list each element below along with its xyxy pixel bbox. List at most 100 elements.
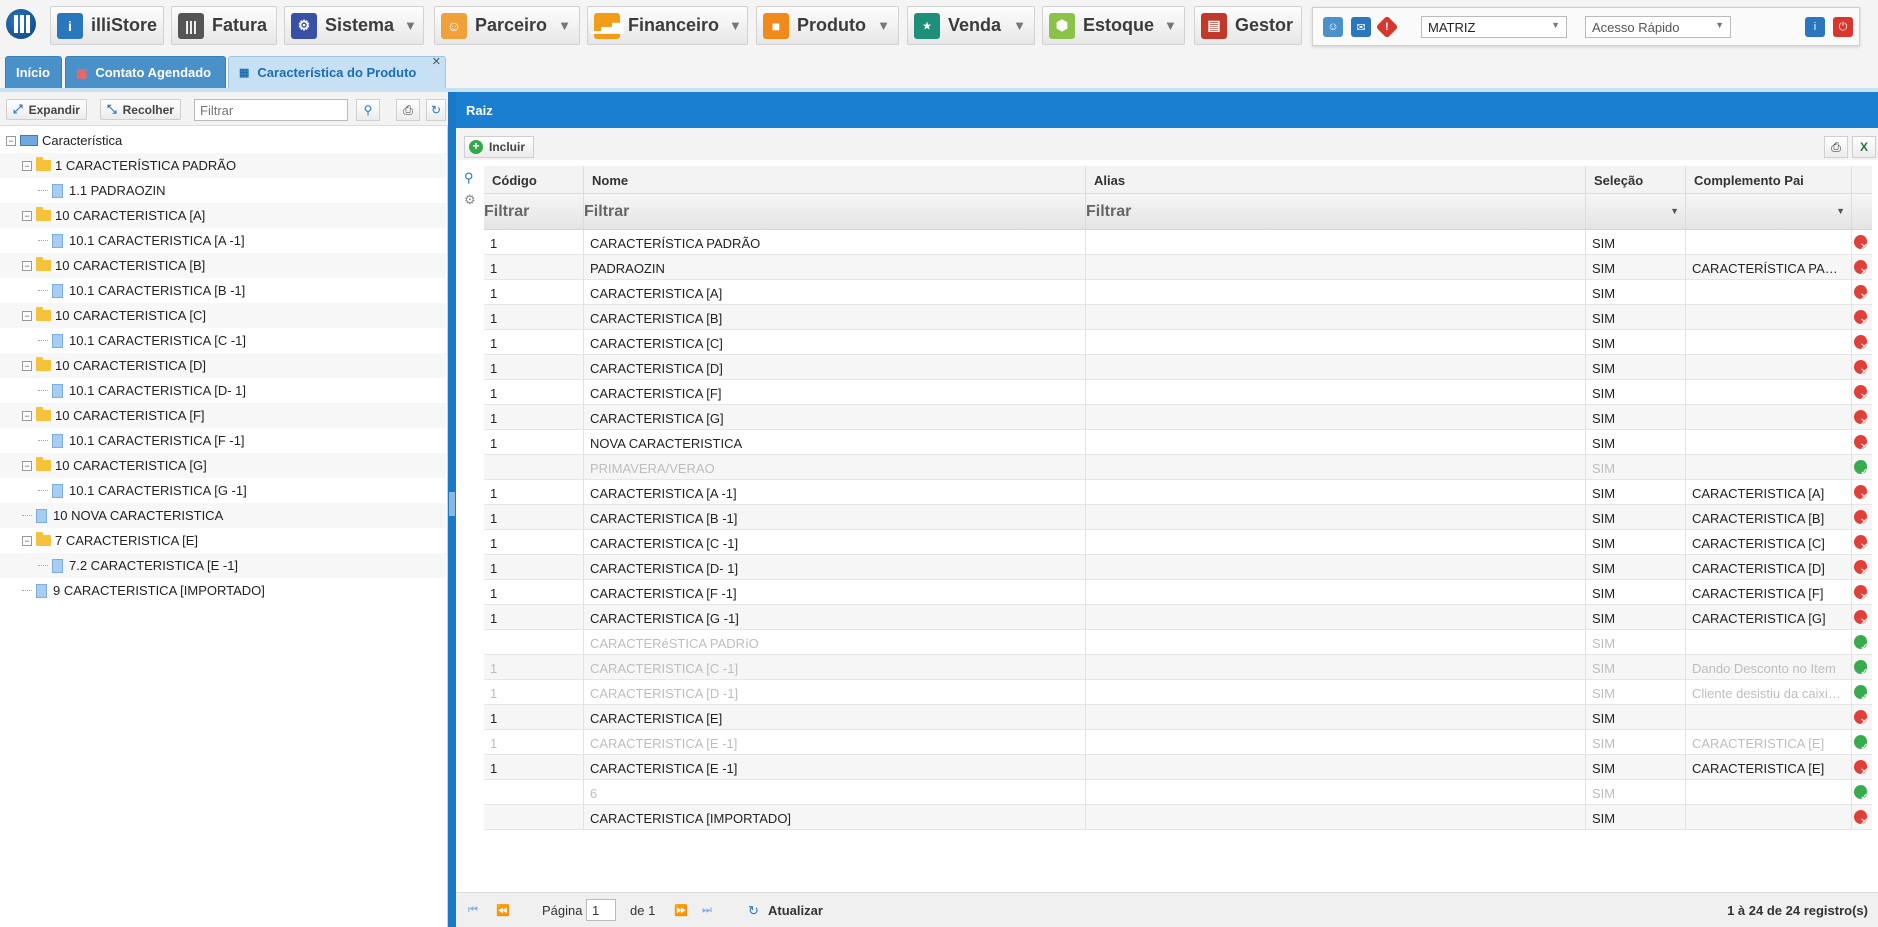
next-page-icon[interactable]: ⏩ xyxy=(674,904,688,917)
table-row[interactable]: 1 CARACTERISTICA [C -1] SIM CARACTERISTICA … xyxy=(484,530,1872,555)
menu-gestor[interactable]: ▤ Gestor xyxy=(1194,6,1302,45)
remove-icon[interactable]: ✕ xyxy=(1854,710,1868,724)
table-row[interactable]: 1 CARACTERISTICA [D- 1] SIM CARACTERISTICA … xyxy=(484,555,1872,580)
remove-icon[interactable]: ✕ xyxy=(1854,335,1868,349)
tree-node[interactable]: 10.1 CARACTERISTICA [C -1] xyxy=(0,328,446,353)
tree-node[interactable]: 10.1 CARACTERISTICA [A -1] xyxy=(0,228,446,253)
settings-gear-icon[interactable]: ⚙ xyxy=(464,192,484,214)
table-row[interactable]: 1 CARACTERISTICA [A -1] SIM CARACTERISTICA … xyxy=(484,480,1872,505)
table-row[interactable]: 1 CARACTERISTICA [E -1] SIM CARACTERISTICA … xyxy=(484,755,1872,780)
tree-node[interactable]: 10 NOVA CARACTERISTICA xyxy=(0,503,446,528)
table-row[interactable]: 1 CARACTERISTICA [F -1] SIM CARACTERISTICA … xyxy=(484,580,1872,605)
active-check-icon[interactable]: ✓ xyxy=(1854,660,1868,674)
remove-icon[interactable]: ✕ xyxy=(1854,385,1868,399)
collapse-toggle-icon[interactable]: − xyxy=(6,135,16,146)
tree-node[interactable]: − 7 CARACTERISTICA [E] xyxy=(0,528,446,553)
collapse-toggle-icon[interactable]: − xyxy=(22,260,32,271)
column-header-alias[interactable]: Alias xyxy=(1086,166,1586,193)
table-row[interactable]: 1 CARACTERISTICA [F] SIM ✕ xyxy=(484,380,1872,405)
collapse-toggle-icon[interactable]: − xyxy=(22,160,32,171)
collapse-toggle-icon[interactable]: − xyxy=(22,360,32,371)
refresh-label[interactable]: Atualizar xyxy=(768,903,823,918)
remove-icon[interactable]: ✕ xyxy=(1854,485,1868,499)
remove-icon[interactable]: ✕ xyxy=(1854,235,1868,249)
table-row[interactable]: 1 CARACTERISTICA [G] SIM ✕ xyxy=(484,405,1872,430)
table-row[interactable]: CARACTERéSTICA PADRíO SIM ✓ xyxy=(484,630,1872,655)
refresh-button[interactable]: ↻ xyxy=(426,99,446,121)
filter-codigo[interactable]: Filtrar xyxy=(484,194,584,229)
menu-fatura[interactable]: ||| Fatura xyxy=(171,6,277,45)
column-header-complemento-pai[interactable]: Complemento Pai xyxy=(1686,166,1852,193)
prev-page-icon[interactable]: ⏪ xyxy=(496,904,510,917)
tree-node[interactable]: 10.1 CARACTERISTICA [D- 1] xyxy=(0,378,446,403)
tree-node[interactable]: − 10 CARACTERISTICA [F] xyxy=(0,403,446,428)
tree-node[interactable]: 10.1 CARACTERISTICA [B -1] xyxy=(0,278,446,303)
table-row[interactable]: 1 PADRAOZIN SIM CARACTERÍSTICA PADRÃO ✕ xyxy=(484,255,1872,280)
zoom-icon[interactable]: ⚲ xyxy=(464,170,484,192)
table-row[interactable]: 1 CARACTERISTICA [C -1] SIM Dando Desconto … xyxy=(484,655,1872,680)
menu-sistema[interactable]: ⚙ Sistema ▼ xyxy=(284,6,424,45)
page-number-input[interactable]: 1 xyxy=(586,899,616,921)
user-icon[interactable]: ☺ xyxy=(1323,17,1343,37)
remove-icon[interactable]: ✕ xyxy=(1854,310,1868,324)
collapse-toggle-icon[interactable]: − xyxy=(22,535,32,546)
collapse-button[interactable]: ⤡ Recolher xyxy=(100,99,181,120)
filter-nome[interactable]: Filtrar xyxy=(584,194,1086,229)
export-excel-button[interactable]: X xyxy=(1852,136,1876,158)
active-check-icon[interactable]: ✓ xyxy=(1854,735,1868,749)
tree-node[interactable]: − 10 CARACTERISTICA [G] xyxy=(0,453,446,478)
active-check-icon[interactable]: ✓ xyxy=(1854,785,1868,799)
print-button[interactable]: ⎙ xyxy=(396,99,420,121)
filter-alias[interactable]: Filtrar xyxy=(1086,194,1586,229)
table-row[interactable]: 1 CARACTERISTICA [C] SIM ✕ xyxy=(484,330,1872,355)
app-logo-icon[interactable] xyxy=(6,9,36,39)
tab-contato-agendado[interactable]: ▦ Contato Agendado xyxy=(65,56,226,88)
info-icon[interactable]: i xyxy=(1805,17,1825,37)
active-check-icon[interactable]: ✓ xyxy=(1854,460,1868,474)
table-row[interactable]: 1 CARACTERISTICA [B] SIM ✕ xyxy=(484,305,1872,330)
tree-node[interactable]: − 10 CARACTERISTICA [C] xyxy=(0,303,446,328)
tree-node[interactable]: − Característica xyxy=(0,128,446,153)
search-button[interactable]: ⚲ xyxy=(356,99,380,121)
remove-icon[interactable]: ✕ xyxy=(1854,585,1868,599)
tree-node[interactable]: − 1 CARACTERÍSTICA PADRÃO xyxy=(0,153,446,178)
remove-icon[interactable]: ✕ xyxy=(1854,610,1868,624)
table-row[interactable]: PRIMAVERA/VERAO SIM ✓ xyxy=(484,455,1872,480)
table-row[interactable]: 1 CARACTERISTICA [A] SIM ✕ xyxy=(484,280,1872,305)
close-icon[interactable]: ✕ xyxy=(432,55,441,68)
filter-selecao[interactable]: ▼ xyxy=(1586,194,1686,229)
active-check-icon[interactable]: ✓ xyxy=(1854,635,1868,649)
first-page-icon[interactable]: ⏮ xyxy=(468,904,478,917)
remove-icon[interactable]: ✕ xyxy=(1854,810,1868,824)
remove-icon[interactable]: ✕ xyxy=(1854,535,1868,549)
remove-icon[interactable]: ✕ xyxy=(1854,260,1868,274)
collapse-toggle-icon[interactable]: − xyxy=(22,210,32,221)
column-header-nome[interactable]: Nome xyxy=(584,166,1086,193)
panel-splitter[interactable] xyxy=(448,92,456,927)
remove-icon[interactable]: ✕ xyxy=(1854,285,1868,299)
collapse-toggle-icon[interactable]: − xyxy=(22,310,32,321)
tree-filter-input[interactable] xyxy=(194,99,348,121)
last-page-icon[interactable]: ⏭ xyxy=(702,904,712,917)
menu-estoque[interactable]: ⬢ Estoque ▼ xyxy=(1042,6,1185,45)
column-header-codigo[interactable]: Código xyxy=(484,166,584,193)
table-row[interactable]: 1 CARACTERISTICA [E] SIM ✕ xyxy=(484,705,1872,730)
branch-select[interactable]: MATRIZ ▼ xyxy=(1421,16,1567,38)
remove-icon[interactable]: ✕ xyxy=(1854,435,1868,449)
table-row[interactable]: 1 CARACTERISTICA [D] SIM ✕ xyxy=(484,355,1872,380)
remove-icon[interactable]: ✕ xyxy=(1854,360,1868,374)
collapse-toggle-icon[interactable]: − xyxy=(22,460,32,471)
chat-icon[interactable]: ✉ xyxy=(1351,17,1371,37)
splitter-grip[interactable] xyxy=(449,492,455,516)
add-button[interactable]: + Incluir xyxy=(464,136,535,158)
filter-complemento-pai[interactable]: ▼ xyxy=(1686,194,1852,229)
menu-parceiro[interactable]: ☺ Parceiro ▼ xyxy=(434,6,580,45)
remove-icon[interactable]: ✕ xyxy=(1854,510,1868,524)
table-row[interactable]: CARACTERISTICA [IMPORTADO] SIM ✕ xyxy=(484,805,1872,830)
tab-inicio[interactable]: Início xyxy=(5,56,62,88)
remove-icon[interactable]: ✕ xyxy=(1854,560,1868,574)
refresh-icon[interactable]: ↻ xyxy=(748,903,759,919)
table-row[interactable]: 1 CARACTERISTICA [B -1] SIM CARACTERISTICA … xyxy=(484,505,1872,530)
table-row[interactable]: 1 CARACTERISTICA [E -1] SIM CARACTERISTICA … xyxy=(484,730,1872,755)
tree-node[interactable]: − 10 CARACTERISTICA [B] xyxy=(0,253,446,278)
